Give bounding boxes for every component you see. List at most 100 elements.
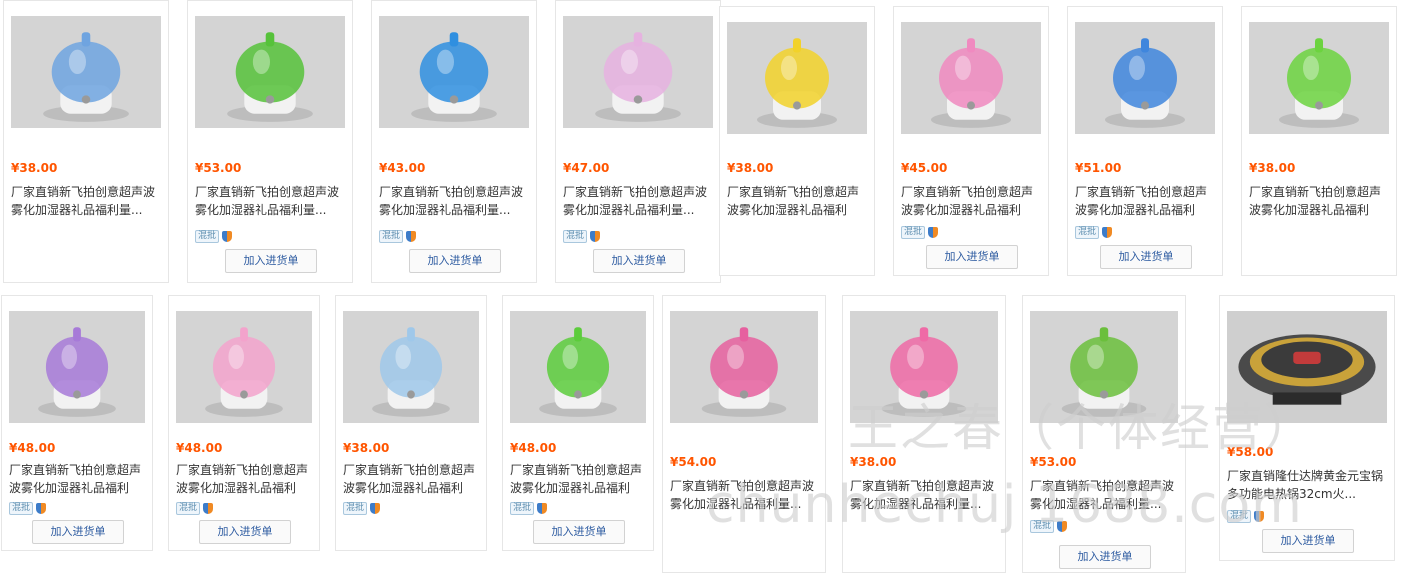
product-card[interactable]: ¥48.00 厂家直销新飞拍创意超声波雾化加湿器礼品福利量... 混批加入进货单 bbox=[502, 295, 654, 551]
product-title[interactable]: 厂家直销新飞拍创意超声波雾化加湿器礼品福利量... bbox=[727, 183, 870, 219]
product-price: ¥53.00 bbox=[195, 161, 242, 175]
product-card[interactable]: ¥53.00 厂家直销新飞拍创意超声波雾化加湿器礼品福利量... 混批加入进货单 bbox=[187, 0, 353, 283]
product-card[interactable]: ¥47.00 厂家直销新飞拍创意超声波雾化加湿器礼品福利量... 混批 加入进货单 bbox=[555, 0, 721, 283]
pink-pig-humidifier-image[interactable] bbox=[850, 311, 998, 423]
shield-icon bbox=[1254, 510, 1265, 522]
product-card[interactable]: ¥51.00 厂家直销新飞拍创意超声波雾化加湿器礼品福利量... 混批加入进货单 bbox=[1067, 6, 1223, 276]
product-card[interactable]: ¥38.00 厂家直销新飞拍创意超声波雾化加湿器礼品福利量... bbox=[1241, 6, 1397, 276]
product-title[interactable]: 厂家直销新飞拍创意超声波雾化加湿器礼品福利量... bbox=[176, 461, 315, 497]
product-price: ¥38.00 bbox=[727, 161, 774, 175]
product-title[interactable]: 厂家直销新飞拍创意超声波雾化加湿器礼品福利量... bbox=[850, 477, 1001, 513]
mixed-batch-badge: 混批 bbox=[510, 501, 535, 515]
add-to-cart-button[interactable]: 加入进货单 bbox=[409, 249, 501, 273]
product-title[interactable]: 厂家直销新飞拍创意超声波雾化加湿器礼品福利量... bbox=[510, 461, 649, 497]
product-card[interactable]: ¥38.00 厂家直销新飞拍创意超声波雾化加湿器礼品福利量... bbox=[719, 6, 875, 276]
product-title[interactable]: 厂家直销新飞拍创意超声波雾化加湿器礼品福利量... bbox=[379, 183, 532, 219]
purple-flower-humidifier-image[interactable] bbox=[9, 311, 145, 423]
add-to-cart-button[interactable]: 加入进货单 bbox=[32, 520, 124, 544]
product-price: ¥47.00 bbox=[563, 161, 610, 175]
product-card[interactable]: ¥45.00 厂家直销新飞拍创意超声波雾化加湿器礼品福利量... 混批加入进货单 bbox=[893, 6, 1049, 276]
product-badges: 混批 bbox=[1075, 225, 1113, 239]
blue-tank-humidifier-image[interactable] bbox=[379, 16, 529, 128]
mixed-batch-badge: 混批 bbox=[176, 501, 201, 515]
mixed-batch-badge: 混批 bbox=[563, 229, 588, 243]
green-vase-humidifier-image[interactable] bbox=[195, 16, 345, 128]
product-price: ¥38.00 bbox=[11, 161, 58, 175]
product-title[interactable]: 厂家直销新飞拍创意超声波雾化加湿器礼品福利量... bbox=[1249, 183, 1392, 219]
shield-icon bbox=[406, 230, 417, 242]
product-title[interactable]: 厂家直销新飞拍创意超声波雾化加湿器礼品福利量... bbox=[1030, 477, 1181, 513]
product-title[interactable]: 厂家直销新飞拍创意超声波雾化加湿器礼品福利量... bbox=[901, 183, 1044, 219]
product-price: ¥48.00 bbox=[510, 441, 557, 455]
product-price: ¥45.00 bbox=[901, 161, 948, 175]
product-price: ¥48.00 bbox=[176, 441, 223, 455]
add-to-cart-button[interactable]: 加入进货单 bbox=[926, 245, 1018, 269]
add-to-cart-button[interactable]: 加入进货单 bbox=[1262, 529, 1354, 553]
product-card[interactable]: ¥43.00 厂家直销新飞拍创意超声波雾化加湿器礼品福利量... 混批 加入进货单 bbox=[371, 0, 537, 283]
product-badges: 混批 bbox=[901, 225, 939, 239]
product-badges: 混批 bbox=[343, 501, 381, 515]
product-title[interactable]: 厂家直销新飞拍创意超声波雾化加湿器礼品福利量... bbox=[195, 183, 348, 219]
elephant-humidifier-image[interactable] bbox=[11, 16, 161, 128]
product-badges: 混批 bbox=[176, 501, 214, 515]
pink-tank-humidifier-image[interactable] bbox=[901, 22, 1041, 134]
product-card[interactable]: ¥48.00 厂家直销新飞拍创意超声波雾化加湿器礼品福利量... 混批加入进货单 bbox=[1, 295, 153, 551]
add-to-cart-button[interactable]: 加入进货单 bbox=[199, 520, 291, 544]
add-to-cart-button[interactable]: 加入进货单 bbox=[1100, 245, 1192, 269]
product-badges: 混批 bbox=[563, 229, 601, 243]
product-card[interactable]: ¥58.00 厂家直销隆仕达牌黄金元宝锅多功能电热锅32cm火... 混批 加入进货单 bbox=[1219, 295, 1395, 561]
product-title[interactable]: 厂家直销新飞拍创意超声波雾化加湿器礼品福利量... bbox=[670, 477, 821, 513]
pink-drop-humidifier-image[interactable] bbox=[563, 16, 713, 128]
add-to-cart-button[interactable]: 加入进货单 bbox=[1059, 545, 1151, 569]
electric-hot-pot-image[interactable] bbox=[1227, 311, 1387, 423]
mixed-batch-badge: 混批 bbox=[1227, 509, 1252, 523]
product-badges: 混批 bbox=[1227, 509, 1265, 523]
product-badges: 混批 bbox=[510, 501, 548, 515]
shield-icon bbox=[36, 502, 47, 514]
blue-apple-humidifier-image[interactable] bbox=[343, 311, 479, 423]
pink-box-humidifier-image[interactable] bbox=[670, 311, 818, 423]
product-card[interactable]: ¥38.00 厂家直销新飞拍创意超声波雾化加湿器礼品福利量... bbox=[842, 295, 1006, 573]
green-frog-humidifier-image[interactable] bbox=[1249, 22, 1389, 134]
mixed-batch-badge: 混批 bbox=[379, 229, 404, 243]
product-badges: 混批 bbox=[195, 229, 233, 243]
product-badges: 混批 bbox=[379, 229, 417, 243]
blue-star-humidifier-image[interactable] bbox=[1075, 22, 1215, 134]
product-title[interactable]: 厂家直销新飞拍创意超声波雾化加湿器礼品福利量... bbox=[563, 183, 716, 219]
product-badges: 混批 bbox=[1030, 519, 1068, 533]
product-price: ¥54.00 bbox=[670, 455, 717, 469]
add-to-cart-button[interactable]: 加入进货单 bbox=[533, 520, 625, 544]
product-price: ¥38.00 bbox=[343, 441, 390, 455]
product-card[interactable]: ¥53.00 厂家直销新飞拍创意超声波雾化加湿器礼品福利量... 混批 加入进货单 bbox=[1022, 295, 1186, 573]
mixed-batch-badge: 混批 bbox=[9, 501, 34, 515]
shield-icon bbox=[537, 502, 548, 514]
product-title[interactable]: 厂家直销新飞拍创意超声波雾化加湿器礼品福利量... bbox=[11, 183, 164, 219]
product-card[interactable]: ¥38.00 厂家直销新飞拍创意超声波雾化加湿器礼品福利量... bbox=[3, 0, 169, 283]
product-title[interactable]: 厂家直销新飞拍创意超声波雾化加湿器礼品福利量... bbox=[9, 461, 148, 497]
product-price: ¥38.00 bbox=[850, 455, 897, 469]
shield-icon bbox=[203, 502, 214, 514]
product-price: ¥48.00 bbox=[9, 441, 56, 455]
product-card[interactable]: ¥48.00 厂家直销新飞拍创意超声波雾化加湿器礼品福利量... 混批加入进货单 bbox=[168, 295, 320, 551]
product-card[interactable]: ¥54.00 厂家直销新飞拍创意超声波雾化加湿器礼品福利量... bbox=[662, 295, 826, 573]
shield-icon bbox=[370, 502, 381, 514]
green-apple-humidifier-image[interactable] bbox=[510, 311, 646, 423]
yellow-cat-humidifier-image[interactable] bbox=[727, 22, 867, 134]
white-vase-humidifier-image[interactable] bbox=[1030, 311, 1178, 423]
pink-flower-humidifier-image[interactable] bbox=[176, 311, 312, 423]
product-title[interactable]: 厂家直销新飞拍创意超声波雾化加湿器礼品福利量... bbox=[343, 461, 482, 497]
mixed-batch-badge: 混批 bbox=[1030, 519, 1055, 533]
add-to-cart-button[interactable]: 加入进货单 bbox=[225, 249, 317, 273]
shield-icon bbox=[928, 226, 939, 238]
shield-icon bbox=[222, 230, 233, 242]
add-to-cart-button[interactable]: 加入进货单 bbox=[593, 249, 685, 273]
mixed-batch-badge: 混批 bbox=[901, 225, 926, 239]
product-price: ¥38.00 bbox=[1249, 161, 1296, 175]
product-price: ¥51.00 bbox=[1075, 161, 1122, 175]
product-card[interactable]: ¥38.00 厂家直销新飞拍创意超声波雾化加湿器礼品福利量... 混批 bbox=[335, 295, 487, 551]
shield-icon bbox=[1102, 226, 1113, 238]
product-title[interactable]: 厂家直销隆仕达牌黄金元宝锅多功能电热锅32cm火... bbox=[1227, 467, 1390, 503]
product-title[interactable]: 厂家直销新飞拍创意超声波雾化加湿器礼品福利量... bbox=[1075, 183, 1218, 219]
product-price: ¥53.00 bbox=[1030, 455, 1077, 469]
mixed-batch-badge: 混批 bbox=[343, 501, 368, 515]
